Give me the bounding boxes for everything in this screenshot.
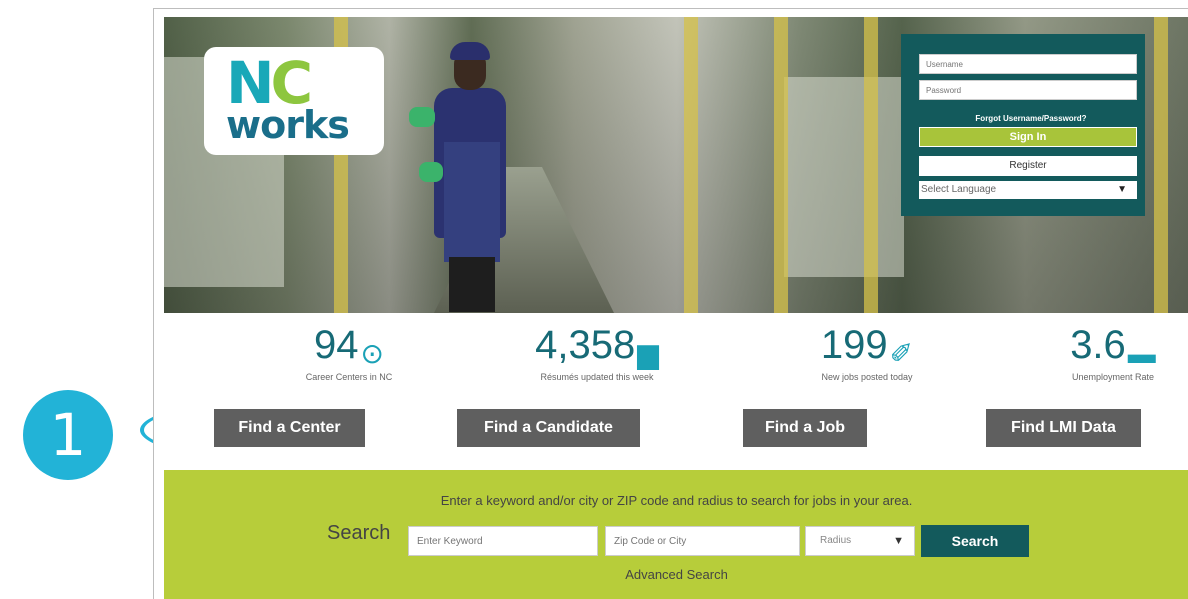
stat-career-centers: 94⊙ Career Centers in NC xyxy=(249,321,449,382)
stat-value: 4,358 xyxy=(535,323,636,367)
radius-select[interactable]: Radius ▼ xyxy=(805,526,915,556)
sign-in-button[interactable]: Sign In xyxy=(919,127,1137,147)
hero-banner-image: NC works Forgot Username/Password? Sign … xyxy=(164,17,1188,313)
stat-value: 94 xyxy=(314,323,359,367)
ncworks-logo[interactable]: NC works xyxy=(204,47,384,155)
dropdown-arrow-icon: ▼ xyxy=(893,535,904,547)
advanced-search-link[interactable]: Advanced Search xyxy=(164,567,1188,582)
search-label: Search xyxy=(327,522,391,544)
website-frame: NC works Forgot Username/Password? Sign … xyxy=(153,8,1188,599)
find-candidate-button[interactable]: Find a Candidate xyxy=(457,409,640,447)
stat-caption: Career Centers in NC xyxy=(305,372,393,383)
stat-unemployment: 3.6▬ Unemployment Rate xyxy=(1013,321,1188,382)
login-panel: Forgot Username/Password? Sign In Regist… xyxy=(901,34,1145,216)
find-center-button[interactable]: Find a Center xyxy=(214,409,365,447)
briefcase-icon: ▬ xyxy=(1127,337,1156,369)
dropdown-arrow-icon: ▼ xyxy=(1117,184,1127,195)
pushpin-icon: ✐ xyxy=(889,338,914,370)
stat-caption: Unemployment Rate xyxy=(1071,371,1155,382)
stat-resumes: 4,358▆ Résumés updated this week xyxy=(497,321,697,382)
document-icon: ▆ xyxy=(637,338,659,370)
logo-works-text: works xyxy=(226,103,350,147)
language-select-label: Select Language xyxy=(921,184,997,195)
password-input[interactable] xyxy=(919,80,1137,100)
step-number-badge: 1 xyxy=(23,390,113,480)
location-input[interactable] xyxy=(605,526,800,556)
search-button[interactable]: Search xyxy=(921,525,1029,557)
find-job-button[interactable]: Find a Job xyxy=(743,409,867,447)
username-input[interactable] xyxy=(919,54,1137,74)
find-lmi-data-button[interactable]: Find LMI Data xyxy=(986,409,1141,447)
stat-new-jobs: 199✐ New jobs posted today xyxy=(767,321,967,382)
stat-value: 199 xyxy=(820,323,888,367)
register-button[interactable]: Register xyxy=(919,156,1137,176)
search-instructions: Enter a keyword and/or city or ZIP code … xyxy=(440,493,913,508)
language-select[interactable]: Select Language ▼ xyxy=(919,181,1137,199)
stat-caption: New jobs posted today xyxy=(821,372,913,383)
forgot-credentials-link[interactable]: Forgot Username/Password? xyxy=(901,114,1161,123)
worker-figure xyxy=(409,42,524,312)
keyword-input[interactable] xyxy=(408,526,598,556)
stat-caption: Résumés updated this week xyxy=(540,372,654,383)
job-search-band: Enter a keyword and/or city or ZIP code … xyxy=(164,470,1188,599)
target-icon: ⊙ xyxy=(360,338,384,370)
radius-select-label: Radius xyxy=(820,535,852,546)
stat-value: 3.6 xyxy=(1070,323,1126,367)
